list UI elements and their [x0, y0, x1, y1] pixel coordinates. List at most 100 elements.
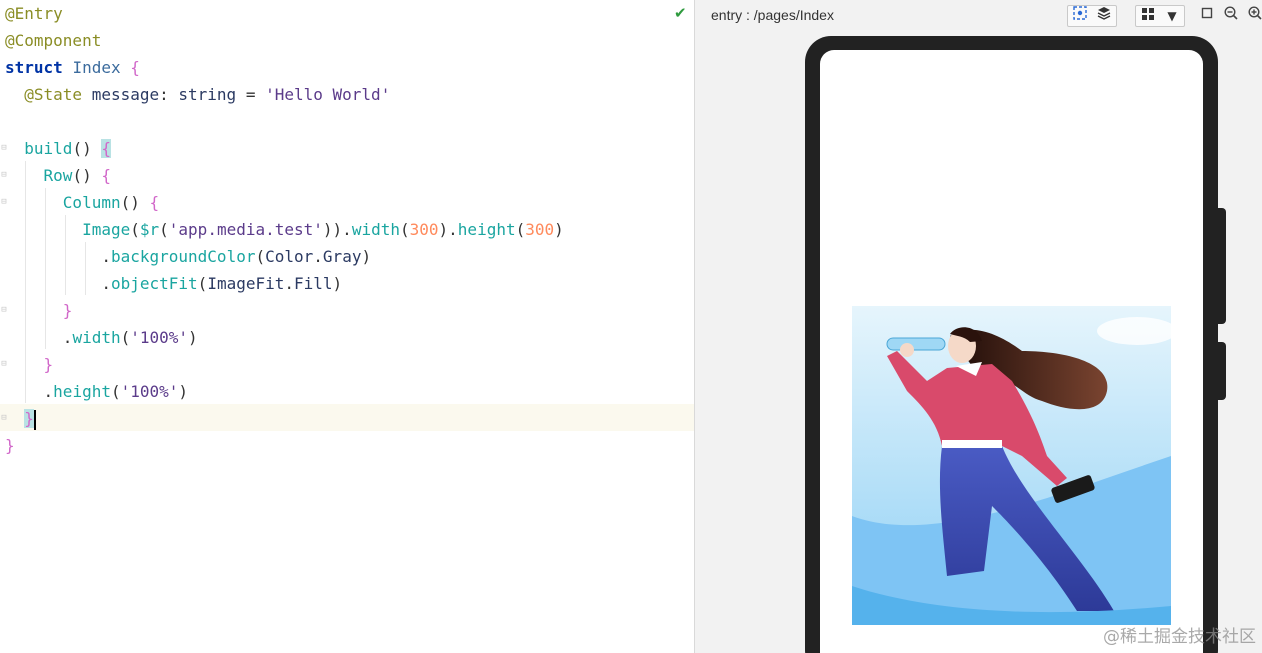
code-token: } [24, 409, 34, 428]
code-token: = [236, 85, 266, 104]
code-token: Index [72, 58, 121, 77]
code-token: 300 [525, 220, 555, 239]
preview-image [852, 306, 1171, 625]
code-token: . [5, 274, 111, 293]
code-token: struct [5, 58, 63, 77]
code-token: string [178, 85, 237, 104]
code-line[interactable]: Column() { [5, 189, 159, 216]
code-line[interactable]: .height('100%') [5, 378, 189, 405]
code-line[interactable]: } [5, 297, 73, 324]
code-line[interactable]: } [5, 405, 36, 432]
code-line[interactable]: } [5, 432, 15, 459]
code-token: $r [139, 220, 160, 239]
code-line[interactable]: @Entry [5, 0, 63, 27]
code-token: { [130, 58, 140, 77]
code-token: 'app.media.test' [168, 220, 323, 239]
code-token: height [53, 382, 111, 401]
previewer-panel: entry : /pages/Index ▼ @稀土掘金技术社区 [695, 0, 1262, 653]
code-token: Row [43, 166, 73, 185]
code-token: 300 [409, 220, 439, 239]
code-token: . [5, 247, 111, 266]
code-token: . [313, 247, 323, 266]
code-line[interactable]: @Component [5, 27, 101, 54]
code-token: ) [188, 328, 198, 347]
code-token: { [149, 193, 160, 212]
layers-icon[interactable] [1093, 6, 1115, 26]
code-token: 'Hello World' [265, 85, 391, 104]
code-token: () [72, 166, 102, 185]
code-token: width [72, 328, 121, 347]
code-token: ) [361, 247, 372, 266]
code-token: { [101, 166, 111, 185]
code-token: } [5, 436, 15, 455]
code-token: @Entry [5, 4, 63, 23]
code-token: Fill [294, 274, 333, 293]
device-side-button [1218, 342, 1226, 400]
zoom-in-icon[interactable] [1246, 6, 1262, 24]
code-line[interactable]: struct Index { [5, 54, 140, 81]
illustration-woman-drinking [852, 306, 1171, 625]
code-editor[interactable]: ⊟ ⊟ ⊟ ⊟ ⊟ ⊟ @Entry @Component struct Index… [0, 0, 694, 653]
code-token: @Component [5, 31, 102, 50]
code-line[interactable]: build() { [5, 135, 111, 162]
fit-screen-icon[interactable] [1198, 6, 1216, 24]
code-token: . [5, 382, 54, 401]
code-line[interactable]: Row() { [5, 162, 111, 189]
code-token: width [351, 220, 400, 239]
previewer-title: entry : /pages/Index [711, 7, 834, 23]
code-token: () [120, 193, 150, 212]
code-token: ). [438, 220, 458, 239]
code-token: } [62, 301, 73, 320]
code-token: ( [110, 382, 121, 401]
code-token: Gray [322, 247, 362, 266]
code-token: () [72, 139, 102, 158]
code-token: ( [197, 274, 208, 293]
grid-icon [1137, 6, 1159, 26]
code-token: ) [332, 274, 343, 293]
code-line[interactable]: @State message: string = 'Hello World' [5, 81, 390, 108]
code-token: ( [120, 328, 131, 347]
code-token: . [284, 274, 295, 293]
inspector-toggle-group [1067, 5, 1117, 27]
code-token: height [457, 220, 516, 239]
code-token: ( [130, 220, 140, 239]
code-token: } [43, 355, 54, 374]
code-line[interactable]: .objectFit(ImageFit.Fill) [5, 270, 342, 297]
zoom-out-icon[interactable] [1222, 6, 1240, 24]
inspect-icon[interactable] [1069, 6, 1091, 26]
current-line-highlight [0, 404, 694, 431]
code-token: message [82, 85, 160, 104]
code-token: @State [24, 85, 83, 104]
code-token: ImageFit [207, 274, 285, 293]
code-token: Column [62, 193, 121, 212]
code-line[interactable]: Image($r('app.media.test')).width(300).h… [5, 216, 564, 243]
code-token: build [24, 139, 73, 158]
device-frame [805, 36, 1218, 653]
device-side-button [1218, 208, 1226, 324]
code-token: ) [554, 220, 564, 239]
code-token: backgroundColor [110, 247, 256, 266]
check-icon: ✔ [674, 4, 687, 22]
code-token: ( [515, 220, 526, 239]
device-select[interactable]: ▼ [1135, 5, 1185, 27]
text-caret [33, 409, 36, 430]
code-line[interactable]: .backgroundColor(Color.Gray) [5, 243, 371, 270]
code-token: )). [322, 220, 352, 239]
code-line[interactable]: } [5, 351, 54, 378]
code-token: '100%' [130, 328, 189, 347]
code-token: objectFit [110, 274, 198, 293]
code-token: ( [255, 247, 266, 266]
device-screen [820, 50, 1203, 653]
code-token: ( [399, 220, 410, 239]
code-line[interactable]: .width('100%') [5, 324, 198, 351]
code-token: ) [178, 382, 189, 401]
code-token: Image [82, 220, 131, 239]
